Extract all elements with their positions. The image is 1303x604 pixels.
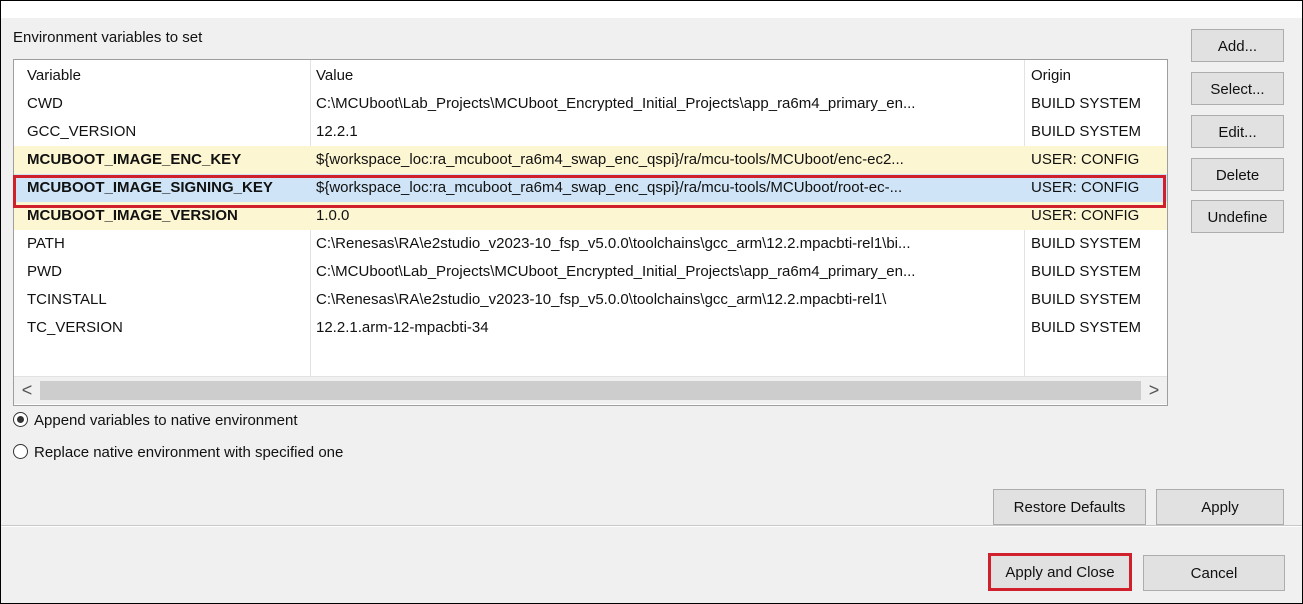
table-row[interactable]: MCUBOOT_IMAGE_VERSION 1.0.0 USER: CONFIG bbox=[14, 202, 1167, 230]
scroll-left-icon[interactable]: < bbox=[14, 377, 40, 404]
table-row[interactable]: TC_VERSION 12.2.1.arm-12-mpacbti-34 BUIL… bbox=[14, 314, 1167, 342]
cell-value: 12.2.1 bbox=[316, 123, 358, 140]
cell-variable: GCC_VERSION bbox=[27, 123, 137, 140]
cell-variable: TCINSTALL bbox=[27, 291, 107, 308]
cell-variable: TC_VERSION bbox=[27, 319, 123, 336]
section-title: Environment variables to set bbox=[13, 29, 203, 46]
cell-origin: BUILD SYSTEM bbox=[1031, 263, 1142, 280]
cell-value: C:\Renesas\RA\e2studio_v2023-10_fsp_v5.0… bbox=[316, 291, 887, 308]
table-row[interactable]: CWD C:\MCUboot\Lab_Projects\MCUboot_Encr… bbox=[14, 90, 1167, 118]
cell-value: 1.0.0 bbox=[316, 207, 350, 224]
horizontal-scrollbar[interactable]: < > bbox=[14, 376, 1167, 404]
cell-variable: MCUBOOT_IMAGE_ENC_KEY bbox=[27, 151, 242, 168]
cell-variable: CWD bbox=[27, 95, 63, 112]
cell-value: 12.2.1.arm-12-mpacbti-34 bbox=[316, 319, 489, 336]
top-band bbox=[1, 1, 1302, 18]
delete-button[interactable]: Delete bbox=[1191, 158, 1284, 191]
replace-option-label: Replace native environment with specifie… bbox=[34, 444, 344, 461]
cell-origin: BUILD SYSTEM bbox=[1031, 235, 1142, 252]
cell-variable: PATH bbox=[27, 235, 65, 252]
radio-unchecked-icon[interactable] bbox=[13, 444, 28, 459]
table-row[interactable]: GCC_VERSION 12.2.1 BUILD SYSTEM bbox=[14, 118, 1167, 146]
cell-origin: USER: CONFIG bbox=[1031, 151, 1140, 168]
scroll-right-icon[interactable]: > bbox=[1141, 377, 1167, 404]
cell-variable: PWD bbox=[27, 263, 62, 280]
header-value[interactable]: Value bbox=[316, 62, 1016, 90]
select-button[interactable]: Select... bbox=[1191, 72, 1284, 105]
table-header: Variable Value Origin bbox=[14, 62, 1167, 90]
append-option[interactable]: Append variables to native environment bbox=[13, 409, 298, 433]
cell-origin: USER: CONFIG bbox=[1031, 207, 1140, 224]
cancel-button[interactable]: Cancel bbox=[1143, 555, 1285, 591]
restore-defaults-button[interactable]: Restore Defaults bbox=[993, 489, 1146, 525]
table-row-selected[interactable]: MCUBOOT_IMAGE_SIGNING_KEY ${workspace_lo… bbox=[14, 174, 1167, 202]
cell-value: ${workspace_loc:ra_mcuboot_ra6m4_swap_en… bbox=[316, 179, 903, 196]
radio-checked-icon[interactable] bbox=[13, 412, 28, 427]
table-row[interactable]: MCUBOOT_IMAGE_ENC_KEY ${workspace_loc:ra… bbox=[14, 146, 1167, 174]
edit-button[interactable]: Edit... bbox=[1191, 115, 1284, 148]
apply-button[interactable]: Apply bbox=[1156, 489, 1284, 525]
cell-value: C:\MCUboot\Lab_Projects\MCUboot_Encrypte… bbox=[316, 95, 916, 112]
header-origin[interactable]: Origin bbox=[1031, 62, 1163, 90]
undefine-button[interactable]: Undefine bbox=[1191, 200, 1284, 233]
cell-origin: BUILD SYSTEM bbox=[1031, 95, 1142, 112]
cell-origin: BUILD SYSTEM bbox=[1031, 123, 1142, 140]
cell-variable: MCUBOOT_IMAGE_VERSION bbox=[27, 207, 238, 224]
cell-value: C:\Renesas\RA\e2studio_v2023-10_fsp_v5.0… bbox=[316, 235, 911, 252]
header-variable[interactable]: Variable bbox=[27, 62, 307, 90]
cell-origin: USER: CONFIG bbox=[1031, 179, 1140, 196]
table-row[interactable]: PATH C:\Renesas\RA\e2studio_v2023-10_fsp… bbox=[14, 230, 1167, 258]
scrollbar-thumb[interactable] bbox=[40, 381, 1141, 400]
env-variables-table[interactable]: Variable Value Origin CWD C:\MCUboot\Lab… bbox=[13, 59, 1168, 406]
environment-preferences-panel: Environment variables to set Variable Va… bbox=[0, 0, 1303, 604]
cell-variable: MCUBOOT_IMAGE_SIGNING_KEY bbox=[27, 179, 273, 196]
add-button[interactable]: Add... bbox=[1191, 29, 1284, 62]
cell-origin: BUILD SYSTEM bbox=[1031, 291, 1142, 308]
replace-option[interactable]: Replace native environment with specifie… bbox=[13, 441, 343, 465]
table-row[interactable]: PWD C:\MCUboot\Lab_Projects\MCUboot_Encr… bbox=[14, 258, 1167, 286]
cell-origin: BUILD SYSTEM bbox=[1031, 319, 1142, 336]
apply-and-close-button[interactable]: Apply and Close bbox=[988, 553, 1132, 591]
append-option-label: Append variables to native environment bbox=[34, 412, 298, 429]
table-row[interactable]: TCINSTALL C:\Renesas\RA\e2studio_v2023-1… bbox=[14, 286, 1167, 314]
cell-value: ${workspace_loc:ra_mcuboot_ra6m4_swap_en… bbox=[316, 151, 904, 168]
cell-value: C:\MCUboot\Lab_Projects\MCUboot_Encrypte… bbox=[316, 263, 916, 280]
separator bbox=[1, 526, 1302, 527]
